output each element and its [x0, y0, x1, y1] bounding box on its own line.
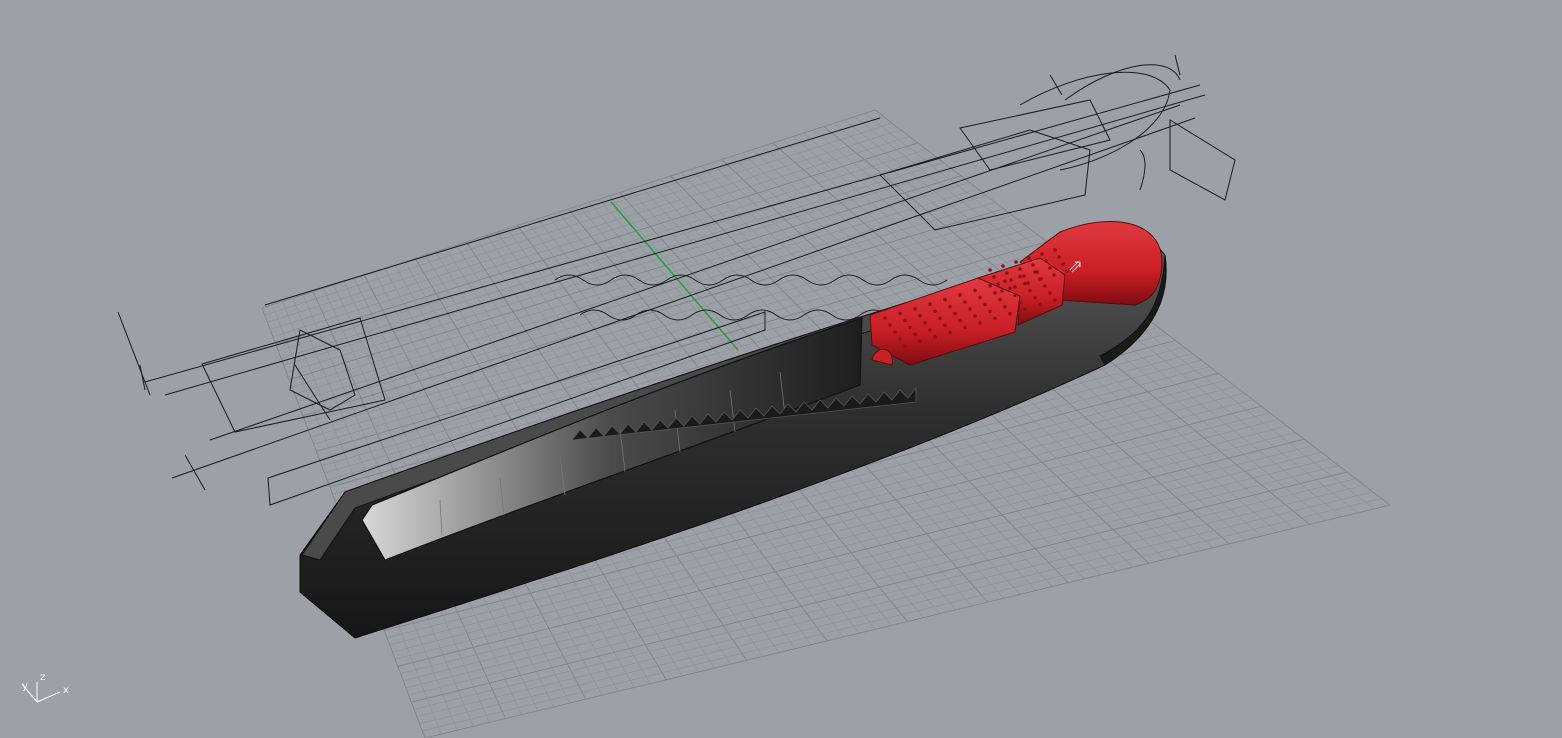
- grip-dot: [1008, 312, 1012, 316]
- grip-dot: [958, 318, 962, 323]
- grip-dot: [933, 309, 937, 314]
- grip-dot: [888, 323, 892, 327]
- grip-dot: [913, 332, 917, 337]
- grip-dot: [1022, 274, 1026, 278]
- grip-dot: [1031, 263, 1035, 267]
- grip-dot: [998, 298, 1002, 302]
- grip-dot: [1013, 293, 1017, 298]
- grip-dot: [978, 295, 982, 300]
- grip-dot: [983, 302, 987, 307]
- axis-label-z: z: [40, 672, 45, 683]
- grip-dot: [928, 328, 932, 332]
- axis-label-x: x: [63, 685, 69, 696]
- grip-dot: [948, 330, 952, 335]
- grip-dot: [1048, 291, 1052, 295]
- grip-dot: [1061, 262, 1065, 266]
- grip-dot: [988, 284, 992, 288]
- grip-dot: [993, 316, 997, 321]
- grip-dot: [938, 316, 942, 321]
- grip-dot: [1033, 295, 1037, 300]
- grip-dot: [963, 325, 967, 330]
- grip-dot: [918, 314, 922, 318]
- grip-dot: [1018, 274, 1022, 279]
- grip-dot: [1027, 256, 1031, 260]
- axis-orientation-widget: z x y: [21, 672, 69, 703]
- grip-dot: [973, 288, 977, 293]
- grip-dot: [918, 339, 922, 344]
- grip-dot: [1040, 252, 1044, 256]
- grip-dot: [1039, 277, 1043, 281]
- grip-dot: [1008, 286, 1012, 291]
- grip-dot: [933, 335, 937, 339]
- grip-dot: [893, 330, 897, 334]
- grip-dot: [923, 321, 927, 325]
- grip-dot: [1001, 264, 1005, 268]
- axis-label-y: y: [22, 681, 28, 692]
- grip-dot: [1003, 305, 1007, 309]
- slider-arrow-glyph: ⇗: [1068, 256, 1083, 277]
- grip-dot: [1018, 267, 1022, 271]
- grip-dot: [1035, 270, 1039, 274]
- grip-dot: [883, 316, 887, 320]
- grip-dot: [1000, 289, 1004, 293]
- grip-dot: [958, 293, 962, 297]
- grip-dot: [1052, 273, 1056, 277]
- grip-dot: [1023, 281, 1027, 286]
- grip-dot: [1013, 285, 1017, 289]
- grip-dot: [928, 302, 932, 307]
- grip-dot: [988, 268, 992, 272]
- grip-dot: [992, 275, 996, 279]
- grip-dot: [978, 321, 982, 325]
- grip-dot: [1026, 281, 1030, 285]
- grip-dot: [963, 300, 967, 304]
- grip-dot: [948, 304, 952, 309]
- scene-canvas[interactable]: ⇗ z x y: [0, 0, 1562, 738]
- grip-dot: [903, 344, 907, 348]
- grip-dot: [1028, 288, 1032, 293]
- grip-dot: [1038, 302, 1042, 307]
- grip-dot: [908, 325, 912, 330]
- grip-dot: [1043, 284, 1047, 288]
- grip-dot: [1009, 278, 1013, 282]
- grip-dot: [898, 337, 902, 341]
- grip-dot: [1048, 266, 1052, 270]
- grip-dot: [993, 291, 997, 295]
- viewport-perspective[interactable]: ⇗ z x y: [0, 0, 1562, 738]
- grip-dot: [943, 297, 947, 302]
- grip-dot: [1053, 298, 1057, 302]
- grip-dot: [988, 309, 992, 314]
- grip-dot: [968, 307, 972, 311]
- grip-dot: [1023, 307, 1027, 312]
- grip-dot: [1044, 259, 1048, 263]
- grip-dot: [903, 318, 907, 323]
- grip-dot: [953, 311, 957, 316]
- grip-dot: [973, 314, 977, 318]
- grip-dot: [1057, 255, 1061, 259]
- grip-dot: [1014, 260, 1018, 264]
- grip-dot: [1053, 248, 1057, 252]
- grip-dot: [913, 307, 917, 311]
- grip-dot: [898, 311, 902, 316]
- grip-dot: [996, 282, 1000, 286]
- grip-dot: [943, 323, 947, 328]
- grip-dot: [1005, 271, 1009, 275]
- grip-dot: [1018, 300, 1022, 305]
- grip-dot: [1003, 279, 1007, 284]
